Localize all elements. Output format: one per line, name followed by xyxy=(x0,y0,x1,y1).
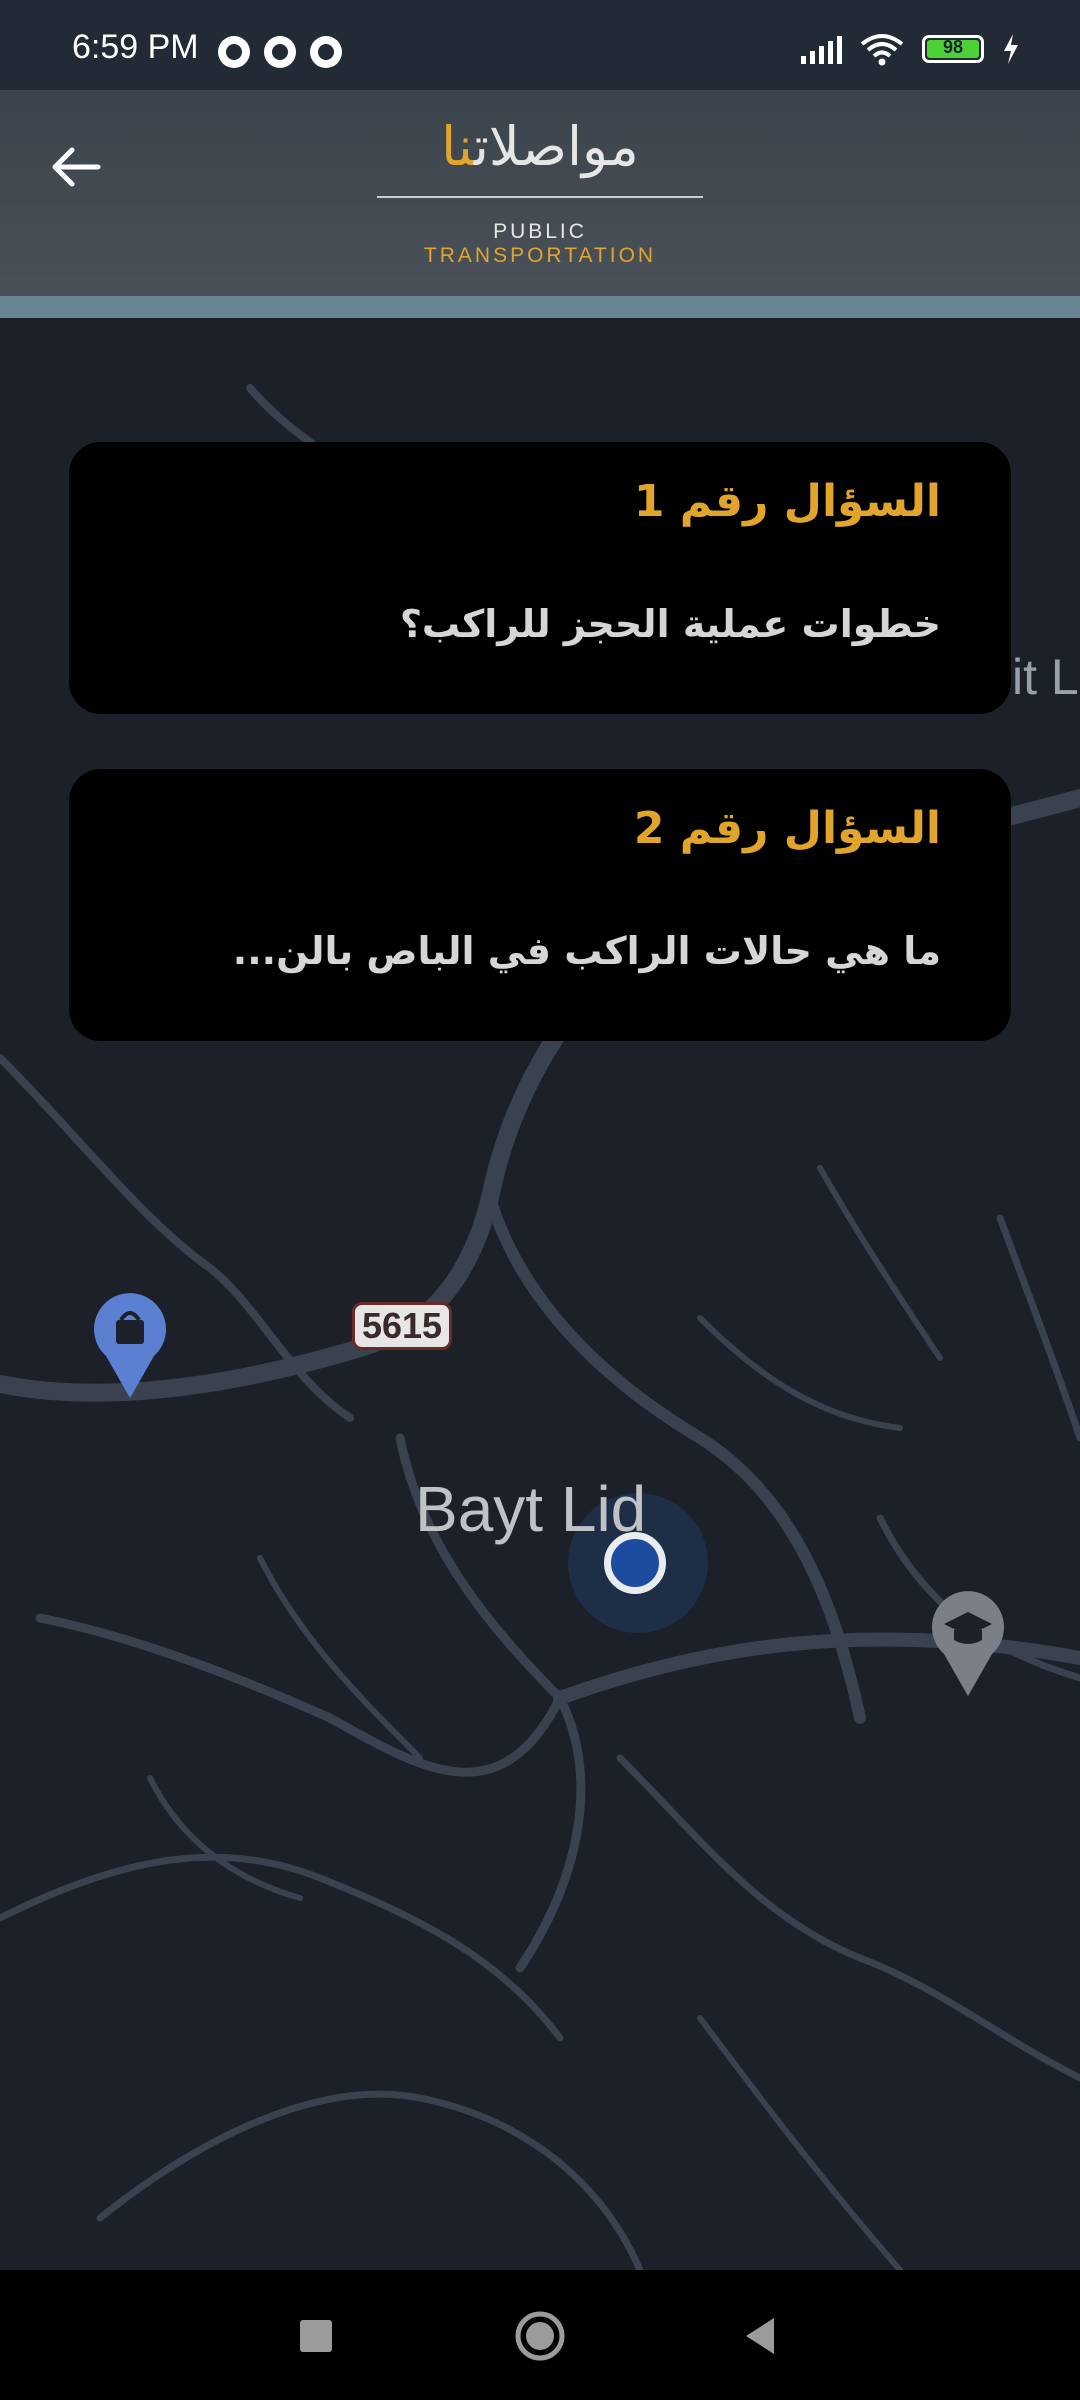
logo-english-main: PUBLIC xyxy=(493,220,587,243)
place-label: Bayt Lid xyxy=(415,1473,647,1545)
logo-arabic-accent: نا xyxy=(441,115,474,178)
back-triangle-icon[interactable] xyxy=(730,2306,790,2366)
current-location-marker[interactable] xyxy=(604,1532,666,1594)
logo-english-accent: TRANSPORTATION xyxy=(423,244,657,267)
system-nav-bar xyxy=(0,2270,1080,2400)
question-title: السؤال رقم 1 xyxy=(633,476,941,527)
system-icons: 98 xyxy=(801,32,1020,66)
logo-arabic: مواصلاتنا xyxy=(375,112,705,182)
notification-icon xyxy=(310,36,342,68)
battery-icon: 98 xyxy=(922,35,984,63)
question-card-1[interactable]: السؤال رقم 1 خطوات عملية الحجز للراكب؟ xyxy=(69,442,1011,714)
messenger-icon xyxy=(218,36,250,68)
home-circle-icon[interactable] xyxy=(510,2306,570,2366)
logo-english: PUBLIC TRANSPORTATION xyxy=(375,220,705,268)
question-card-2[interactable]: السؤال رقم 2 ما هي حالات الراكب في الباص… xyxy=(69,769,1011,1041)
app-logo: مواصلاتنا PUBLIC TRANSPORTATION xyxy=(375,112,705,267)
status-time: 6:59 PM xyxy=(72,28,199,66)
shopping-bag-pin-icon[interactable] xyxy=(92,1290,168,1400)
back-arrow-icon[interactable] xyxy=(46,140,110,194)
charging-icon xyxy=(1004,34,1018,64)
road-number: 5615 xyxy=(361,1305,443,1346)
battery-level: 98 xyxy=(942,37,964,57)
school-pin-icon[interactable] xyxy=(930,1588,1006,1698)
question-text: خطوات عملية الحجز للراكب؟ xyxy=(399,602,941,646)
header-stripe xyxy=(0,296,1080,318)
question-title: السؤال رقم 2 xyxy=(633,803,941,854)
logo-arabic-main: مواصلات xyxy=(473,115,639,178)
status-bar: 6:59 PM 98 xyxy=(0,0,1080,90)
road-number-badge: 5615 xyxy=(352,1302,452,1350)
notification-icons xyxy=(218,36,342,68)
logo-divider xyxy=(377,196,703,198)
wifi-icon xyxy=(860,34,904,66)
recents-square-icon[interactable] xyxy=(286,2306,346,2366)
partial-place-label: it L xyxy=(1012,649,1079,705)
notification-icon xyxy=(264,36,296,68)
question-text: ما هي حالات الراكب في الباص بالن... xyxy=(232,929,941,973)
signal-icon xyxy=(801,34,842,64)
